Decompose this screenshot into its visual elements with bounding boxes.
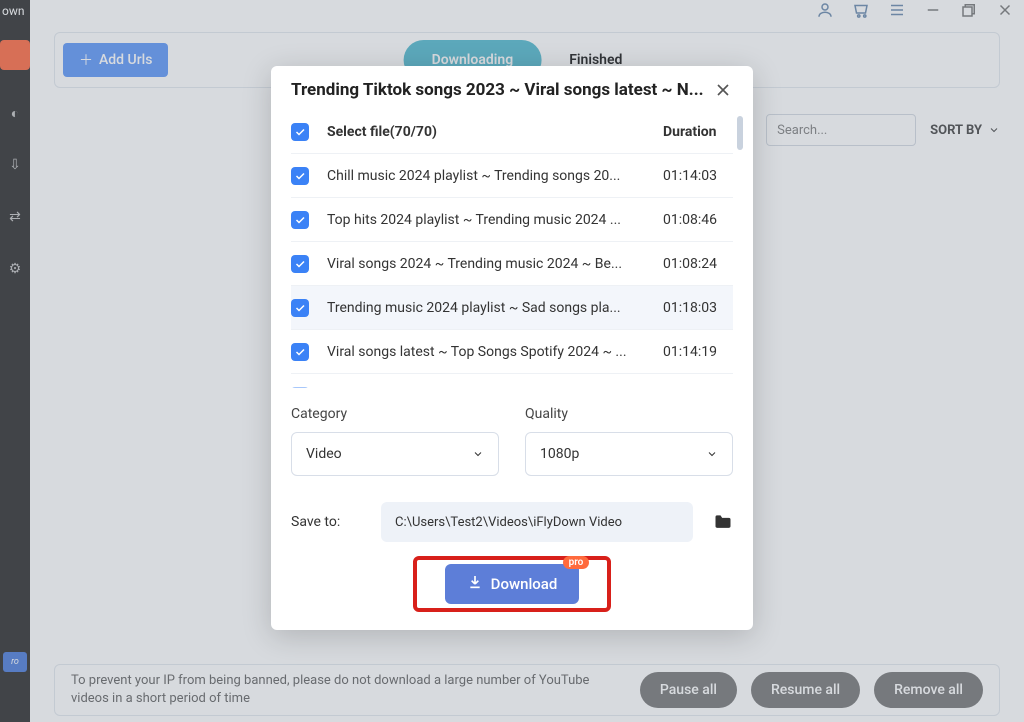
item-title: Top hits 2024 playlist ~ Trending music … (327, 212, 645, 228)
save-to-label: Save to: (291, 514, 361, 530)
download-modal: Trending Tiktok songs 2023 ~ Viral songs… (271, 66, 753, 630)
save-path-field[interactable]: C:\Users\Test2\Videos\iFlyDown Video (381, 502, 693, 542)
close-icon[interactable] (713, 80, 733, 100)
item-checkbox[interactable] (291, 255, 309, 273)
chevron-down-icon (472, 448, 484, 460)
item-title: Viral songs 2024 ~ Trending music 2024 ~… (327, 256, 645, 272)
format-row: Category Video Quality 1080p (271, 388, 753, 476)
chevron-down-icon (706, 448, 718, 460)
quality-select[interactable]: 1080p (525, 432, 733, 476)
item-duration: 01:08:46 (663, 212, 733, 228)
download-arrow-icon (467, 574, 483, 594)
item-duration: 01:08:24 (663, 256, 733, 272)
list-item[interactable]: Top hits 2024 playlist ~ Trending music … (291, 198, 733, 242)
folder-icon[interactable] (713, 512, 733, 532)
item-title: Chill music 2024 playlist ~ Trending son… (327, 168, 645, 184)
list-item[interactable]: Trending music 2024 playlist ~ Sad songs… (291, 286, 733, 330)
quality-label: Quality (525, 406, 733, 422)
download-label: Download (491, 575, 558, 593)
category-label: Category (291, 406, 499, 422)
duration-header: Duration (663, 124, 733, 140)
pro-badge: pro (563, 556, 590, 569)
list-item[interactable]: Top hits 2024 playlist ~ Top Songs Spoti… (291, 374, 733, 388)
list-item[interactable]: Viral songs latest ~ Top Songs Spotify 2… (291, 330, 733, 374)
file-list-header: Select file(70/70) Duration (291, 110, 733, 154)
select-file-label: Select file(70/70) (327, 124, 645, 140)
modal-title: Trending Tiktok songs 2023 ~ Viral songs… (291, 80, 704, 100)
item-checkbox[interactable] (291, 167, 309, 185)
download-button-wrap: Download pro (271, 542, 753, 630)
file-list: Select file(70/70) Duration Chill music … (271, 110, 753, 388)
item-checkbox[interactable] (291, 387, 309, 388)
item-checkbox[interactable] (291, 343, 309, 361)
select-all-checkbox[interactable] (291, 123, 309, 141)
category-select[interactable]: Video (291, 432, 499, 476)
list-item[interactable]: Viral songs 2024 ~ Trending music 2024 ~… (291, 242, 733, 286)
scrollbar-thumb[interactable] (737, 116, 743, 150)
item-title: Trending music 2024 playlist ~ Sad songs… (327, 300, 645, 316)
item-duration: 01:14:19 (663, 344, 733, 360)
download-button[interactable]: Download pro (445, 564, 580, 604)
item-title: Viral songs latest ~ Top Songs Spotify 2… (327, 344, 645, 360)
item-checkbox[interactable] (291, 211, 309, 229)
item-duration: 01:18:03 (663, 300, 733, 316)
quality-value: 1080p (540, 446, 579, 462)
save-to-row: Save to: C:\Users\Test2\Videos\iFlyDown … (271, 476, 753, 542)
category-value: Video (306, 446, 342, 462)
download-highlight: Download pro (413, 556, 612, 612)
item-checkbox[interactable] (291, 299, 309, 317)
list-item[interactable]: Chill music 2024 playlist ~ Trending son… (291, 154, 733, 198)
item-duration: 01:14:03 (663, 168, 733, 184)
